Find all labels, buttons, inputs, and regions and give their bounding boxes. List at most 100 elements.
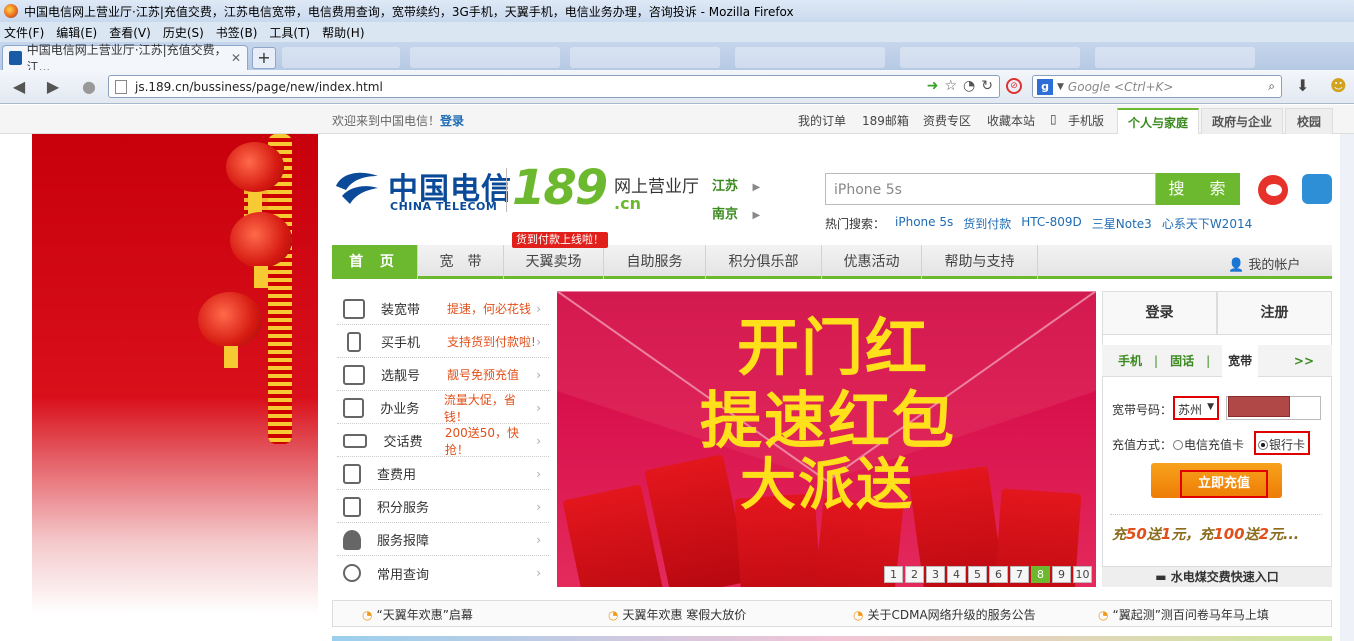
service-business[interactable]: 办业务 流量大促，省钱！ ›: [337, 392, 549, 424]
service-pick-number[interactable]: 选靓号 靓号免预充值 ›: [337, 359, 549, 391]
pager-dot[interactable]: 4: [947, 566, 966, 583]
method-card-option[interactable]: 电信充值卡: [1173, 436, 1244, 453]
divider: [1110, 514, 1322, 515]
region-province[interactable]: 江苏 ▶: [712, 175, 760, 194]
web-search-box[interactable]: g ▼ Google <Ctrl+K> ⌕: [1032, 75, 1282, 98]
nav-help-support[interactable]: 帮助与支持: [922, 245, 1038, 279]
pager-dot[interactable]: 2: [905, 566, 924, 583]
site-search-button[interactable]: 搜 索: [1156, 173, 1240, 205]
back-icon[interactable]: ◀: [8, 76, 30, 98]
tencent-weibo-icon[interactable]: [1302, 174, 1332, 204]
menu-tools[interactable]: 工具(T): [269, 24, 310, 41]
news-item[interactable]: ◔ “翼起测”测百问卷马年马上填: [1098, 606, 1269, 623]
hot-keyword[interactable]: iPhone 5s: [895, 215, 953, 232]
register-button[interactable]: 注册: [1217, 291, 1332, 335]
city-select[interactable]: 苏州 ▼: [1173, 396, 1219, 420]
news-item[interactable]: ◔ 关于CDMA网络升级的服务公告: [853, 606, 1036, 623]
menu-file[interactable]: 文件(F): [4, 24, 44, 41]
hot-keyword[interactable]: 三星Note3: [1092, 215, 1152, 232]
reload-disabled-icon[interactable]: ●: [78, 76, 100, 98]
site-search-input[interactable]: iPhone 5s: [825, 173, 1156, 205]
page-scrollbar[interactable]: [1340, 134, 1354, 641]
menu-bookmarks[interactable]: 书签(B): [216, 24, 258, 41]
utility-payment-link[interactable]: ▬ 水电煤交费快速入口: [1102, 566, 1332, 587]
news-item[interactable]: ◔ 天翼年欢惠 寒假大放价: [608, 606, 746, 623]
service-fault-report[interactable]: 服务报障 ›: [337, 524, 549, 556]
service-common-query[interactable]: 常用查询 ›: [337, 557, 549, 589]
tab-landline[interactable]: 固话: [1170, 352, 1194, 369]
my-account-label: 我的帐户: [1248, 258, 1301, 273]
go-icon[interactable]: ➜: [927, 78, 939, 94]
nav-broadband[interactable]: 宽 带: [418, 245, 504, 279]
region-city[interactable]: 南京 ▶: [712, 203, 760, 222]
nav-tianyi-store[interactable]: 天翼卖场: [504, 245, 604, 279]
menu-help[interactable]: 帮助(H): [322, 24, 364, 41]
link-tariff-zone[interactable]: 资费专区: [923, 112, 971, 129]
refresh-icon[interactable]: ↻: [981, 78, 993, 94]
search-icon[interactable]: ⌕: [1268, 79, 1275, 94]
pager-dot[interactable]: 6: [989, 566, 1008, 583]
link-my-orders[interactable]: 我的订单: [798, 112, 846, 129]
service-pay-bill[interactable]: 交话费 200送50，快抢！ ›: [337, 425, 549, 457]
top-login-link[interactable]: 登录: [440, 114, 464, 128]
menu-edit[interactable]: 编辑(E): [56, 24, 97, 41]
chevron-down-icon[interactable]: ▼: [1057, 82, 1064, 92]
download-icon[interactable]: ⬇: [1296, 76, 1309, 95]
menu-view[interactable]: 查看(V): [109, 24, 151, 41]
pager-dot[interactable]: 10: [1073, 566, 1092, 583]
service-points[interactable]: 积分服务 ›: [337, 491, 549, 523]
tab-campus[interactable]: 校园: [1285, 108, 1333, 134]
city-select-value: 苏州: [1178, 403, 1203, 417]
google-icon[interactable]: g: [1037, 78, 1053, 95]
account-number-label: 宽带号码：: [1112, 403, 1173, 417]
pager-dot[interactable]: 9: [1052, 566, 1071, 583]
pager-dot[interactable]: 5: [968, 566, 987, 583]
hot-keyword[interactable]: 货到付款: [963, 215, 1011, 232]
recharge-button-label[interactable]: 立即充值: [1180, 470, 1268, 498]
address-bar[interactable]: js.189.cn/bussiness/page/new/index.html …: [108, 75, 1000, 98]
hot-keyword[interactable]: HTC-809D: [1021, 215, 1082, 232]
weibo-icon[interactable]: [1258, 175, 1288, 205]
link-bookmark-site[interactable]: 收藏本站: [987, 112, 1035, 129]
pager-dot-active[interactable]: 8: [1031, 566, 1050, 583]
radio-card[interactable]: [1173, 440, 1183, 450]
new-tab-button[interactable]: +: [252, 47, 276, 69]
chevron-right-icon: ›: [536, 301, 541, 316]
nav-home[interactable]: 首 页: [332, 245, 418, 279]
banner-pager: 1 2 3 4 5 6 7 8 9 10: [884, 566, 1092, 583]
addon-icon[interactable]: ☻: [1330, 76, 1347, 95]
nav-points-club[interactable]: 积分俱乐部: [706, 245, 822, 279]
login-button[interactable]: 登录: [1102, 291, 1217, 335]
nav-promotions[interactable]: 优惠活动: [822, 245, 922, 279]
star-icon[interactable]: ☆: [944, 78, 957, 94]
close-tab-icon[interactable]: ✕: [231, 51, 241, 65]
link-mobile-version[interactable]: 手机版: [1068, 112, 1104, 129]
forward-icon[interactable]: ▶: [42, 76, 64, 98]
pager-dot[interactable]: 3: [926, 566, 945, 583]
tab-mobile[interactable]: 手机: [1118, 352, 1142, 369]
news-item[interactable]: ◔ “天翼年欢惠”启幕: [362, 606, 473, 623]
my-account-link[interactable]: 👤 我的帐户: [1228, 254, 1300, 273]
recharge-promo[interactable]: 充50送1元，充100送2元...: [1112, 524, 1322, 544]
tab-personal-family[interactable]: 个人与家庭: [1117, 108, 1199, 134]
welcome-label: 欢迎来到中国电信！: [332, 114, 441, 128]
service-query-fees[interactable]: 查费用 ›: [337, 458, 549, 490]
service-broadband[interactable]: 装宽带 提速，何必花钱 ›: [337, 293, 549, 325]
menu-history[interactable]: 历史(S): [163, 24, 204, 41]
pager-dot[interactable]: 7: [1010, 566, 1029, 583]
tab-broadband[interactable]: 宽带: [1222, 344, 1259, 377]
radio-bank[interactable]: [1258, 440, 1268, 450]
pager-dot[interactable]: 1: [884, 566, 903, 583]
tab-government-enterprise[interactable]: 政府与企业: [1201, 108, 1283, 134]
service-buy-phone[interactable]: 买手机 支持货到付款啦! ›: [337, 326, 549, 358]
china-telecom-logo-icon: [336, 172, 378, 204]
browser-tab-active[interactable]: 中国电信网上营业厅·江苏|充值交费，江... ✕: [2, 43, 248, 74]
tab-more[interactable]: >>: [1294, 354, 1314, 368]
block-icon[interactable]: ⊘: [1006, 78, 1022, 94]
method-bank-option[interactable]: 银行卡: [1254, 431, 1310, 455]
link-189-mail[interactable]: 189邮箱: [862, 112, 909, 129]
lantern-icon: [198, 292, 262, 348]
hot-keyword[interactable]: 心系天下W2014: [1162, 215, 1252, 232]
nav-self-service[interactable]: 自助服务: [604, 245, 706, 279]
clock-icon[interactable]: ◔: [963, 78, 975, 94]
